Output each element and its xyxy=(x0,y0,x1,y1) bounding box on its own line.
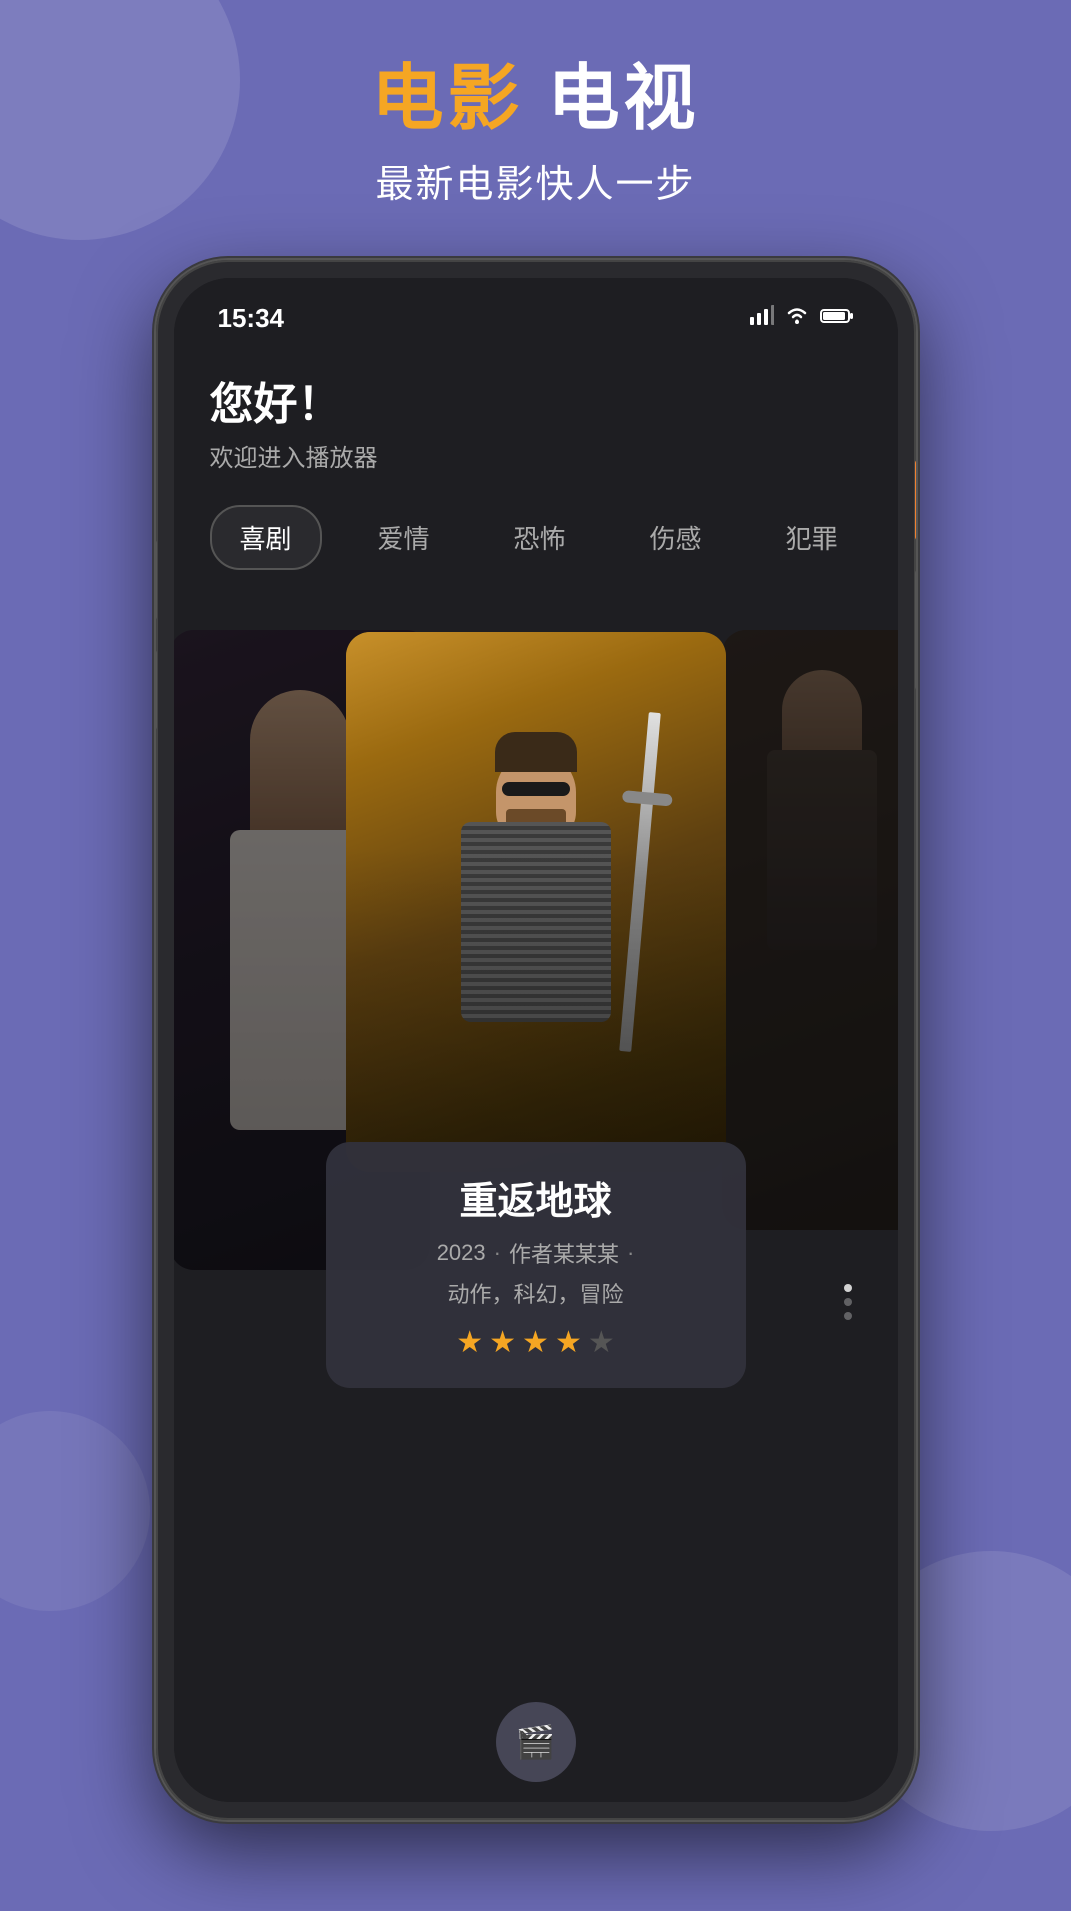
bottom-nav-button[interactable]: 🎬 xyxy=(496,1702,576,1782)
movie-author: 作者某某某 xyxy=(509,1237,619,1269)
side-card-right[interactable] xyxy=(722,630,898,1230)
scroll-dot-2 xyxy=(844,1298,852,1306)
star-3: ★ xyxy=(522,1325,549,1360)
movie-genres: 动作，科幻，冒险 xyxy=(447,1277,623,1309)
star-1: ★ xyxy=(456,1325,483,1360)
movie-carousel: 重返地球 2023 · 作者某某某 · 动作，科幻，冒险 ★ ★ xyxy=(210,600,862,1420)
scroll-indicator xyxy=(844,1284,852,1320)
movie-meta: 2023 · 作者某某某 · 动作，科幻，冒险 xyxy=(356,1237,716,1309)
genre-tab-sad[interactable]: 伤感 xyxy=(622,507,730,568)
movie-poster xyxy=(346,632,726,1172)
star-4: ★ xyxy=(555,1325,582,1360)
meta-separator-2: · xyxy=(627,1240,634,1266)
battery-icon xyxy=(820,305,854,331)
featured-movie-card[interactable]: 重返地球 2023 · 作者某某某 · 动作，科幻，冒险 ★ ★ xyxy=(346,632,726,1388)
signal-icon xyxy=(750,305,774,331)
header-title-tv: 电视 xyxy=(548,59,700,139)
star-5: ★ xyxy=(588,1325,615,1360)
header-title: 电影 电视 xyxy=(0,60,1071,139)
movie-year: 2023 xyxy=(437,1240,486,1266)
genre-tab-crime[interactable]: 犯罪 xyxy=(758,507,866,568)
genre-tab-horror[interactable]: 恐怖 xyxy=(486,507,594,568)
phone-volume-down-button xyxy=(156,650,157,730)
genre-tab-comedy[interactable]: 喜剧 xyxy=(210,505,322,570)
header-subtitle: 最新电影快人一步 xyxy=(0,153,1071,208)
genre-tabs: 喜剧 爱情 恐怖 伤感 犯罪 xyxy=(210,505,862,570)
side-card-right-content xyxy=(722,630,898,1230)
genre-tab-romance[interactable]: 爱情 xyxy=(350,507,458,568)
status-time: 15:34 xyxy=(218,303,285,334)
phone-screen: 15:34 xyxy=(174,278,898,1802)
movie-info-card: 重返地球 2023 · 作者某某某 · 动作，科幻，冒险 ★ ★ xyxy=(326,1142,746,1388)
status-bar: 15:34 xyxy=(174,278,898,348)
star-2: ★ xyxy=(489,1325,516,1360)
greeting-text: 您好！ xyxy=(210,368,862,432)
phone-outer-frame: 15:34 xyxy=(156,260,916,1820)
phone-power-button xyxy=(915,460,916,540)
status-icons xyxy=(750,305,854,331)
scroll-dot-3 xyxy=(844,1312,852,1320)
movie-title: 重返地球 xyxy=(356,1170,716,1225)
bg-decoration-circle-bottom-left xyxy=(0,1411,150,1611)
header-section: 电影 电视 最新电影快人一步 xyxy=(0,60,1071,208)
sub-greeting-text: 欢迎进入播放器 xyxy=(210,438,862,473)
phone-mockup: 15:34 xyxy=(156,260,916,1820)
nav-movie-icon: 🎬 xyxy=(516,1723,556,1761)
meta-separator-1: · xyxy=(494,1240,501,1266)
movie-rating: ★ ★ ★ ★ ★ xyxy=(356,1325,716,1360)
app-content: 您好！ 欢迎进入播放器 喜剧 爱情 恐怖 伤感 xyxy=(174,348,898,1802)
header-title-movie: 电影 xyxy=(371,59,523,139)
phone-volume-up-button xyxy=(156,540,157,620)
scroll-dot-1 xyxy=(844,1284,852,1292)
wifi-icon xyxy=(784,305,810,331)
phone-volume-button-right xyxy=(915,570,916,690)
